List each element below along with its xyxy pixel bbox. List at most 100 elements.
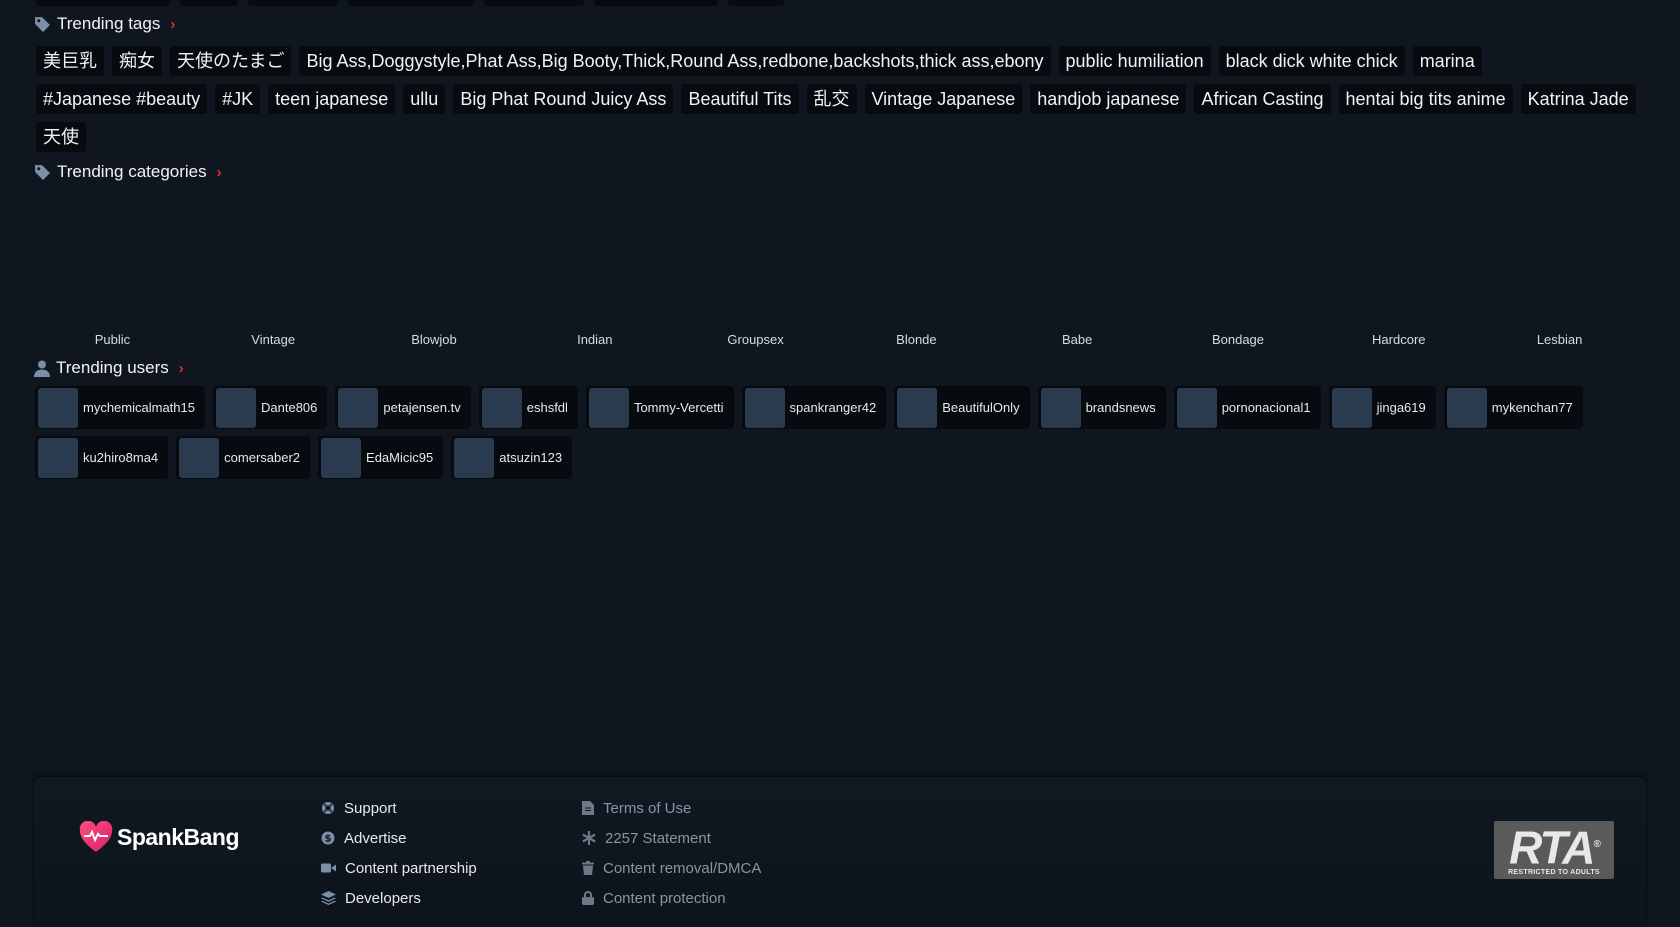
cropped-chip[interactable] — [348, 0, 474, 6]
user-icon — [34, 360, 50, 377]
user-chip[interactable]: atsuzin123 — [451, 436, 573, 479]
username: Tommy-Vercetti — [633, 400, 724, 415]
cropped-chip[interactable] — [728, 0, 784, 6]
tag-chip[interactable]: teen japanese — [268, 84, 396, 114]
category-thumbnail[interactable] — [840, 194, 993, 328]
user-chip[interactable]: mychemicalmath15 — [35, 386, 205, 429]
user-chip[interactable]: Tommy-Vercetti — [585, 386, 734, 429]
trending-categories-title: Trending categories — [57, 162, 207, 181]
user-chip[interactable]: spankranger42 — [741, 386, 887, 429]
trending-categories-header[interactable]: Trending categories › — [34, 162, 222, 182]
category-label: Bondage — [1211, 332, 1265, 347]
footer-link-label: Terms of Use — [603, 799, 692, 817]
user-chip[interactable]: mykenchan77 — [1443, 386, 1583, 429]
username: spankranger42 — [789, 400, 877, 415]
tag-chip[interactable]: Big Phat Round Juicy Ass — [453, 84, 674, 114]
category-card[interactable]: Public — [36, 194, 189, 347]
category-thumbnail[interactable] — [36, 194, 189, 328]
cropped-chip[interactable] — [484, 0, 584, 6]
footer-column-main: Support $ Advertise Content partnership … — [321, 799, 477, 907]
tag-chip[interactable]: 乱交 — [806, 84, 857, 114]
avatar — [897, 387, 938, 428]
username: petajensen.tv — [383, 400, 461, 415]
category-thumbnail[interactable] — [679, 194, 832, 328]
category-thumbnail[interactable] — [197, 194, 350, 328]
user-chip[interactable]: comersaber2 — [176, 436, 311, 479]
avatar — [1331, 387, 1372, 428]
category-label: Blonde — [896, 332, 937, 347]
cropped-chip[interactable] — [180, 0, 238, 6]
svg-text:$: $ — [325, 834, 332, 845]
category-card[interactable]: Groupsex — [679, 194, 832, 347]
user-chip[interactable]: eshsfdl — [478, 386, 578, 429]
category-thumbnail[interactable] — [358, 194, 511, 328]
tag-chip[interactable]: #Japanese #beauty — [36, 84, 208, 114]
lock-icon — [582, 891, 594, 905]
user-chip[interactable]: brandsnews — [1037, 386, 1166, 429]
category-thumbnail[interactable] — [1162, 194, 1315, 328]
tag-chip[interactable]: 天使 — [36, 122, 86, 152]
footer-link-terms[interactable]: Terms of Use — [582, 799, 761, 817]
footer-link-content-protection[interactable]: Content protection — [582, 889, 761, 907]
tag-chip[interactable]: Katrina Jade — [1520, 84, 1636, 114]
tag-chip[interactable]: 天使のたまご — [170, 46, 292, 76]
tag-chip[interactable]: Vintage Japanese — [864, 84, 1023, 114]
category-thumbnail[interactable] — [518, 194, 671, 328]
tag-chip[interactable]: Beautiful Tits — [681, 84, 799, 114]
tag-chip[interactable]: Big Ass,Doggystyle,Phat Ass,Big Booty,Th… — [299, 46, 1051, 76]
site-logo[interactable]: SpankBang — [79, 821, 240, 853]
username: atsuzin123 — [499, 450, 563, 465]
category-label: Lesbian — [1536, 332, 1583, 347]
rta-caption: RESTRICTED TO ADULTS — [1508, 868, 1600, 876]
category-card[interactable]: Babe — [1001, 194, 1154, 347]
cropped-chip[interactable] — [36, 0, 170, 6]
category-thumbnail[interactable] — [1483, 194, 1636, 328]
footer-link-support[interactable]: Support — [321, 799, 477, 817]
tag-chip[interactable]: public humiliation — [1058, 46, 1211, 76]
tag-chip[interactable]: 美巨乳 — [36, 46, 104, 76]
footer-link-advertise[interactable]: $ Advertise — [321, 829, 477, 847]
trending-tags-header[interactable]: Trending tags › — [34, 14, 175, 34]
rta-logo-text: RTA® — [1509, 824, 1601, 871]
category-thumbnail[interactable] — [1001, 194, 1154, 328]
category-card[interactable]: Blowjob — [358, 194, 511, 347]
user-chip[interactable]: jinga619 — [1328, 386, 1436, 429]
footer-link-2257[interactable]: 2257 Statement — [582, 829, 761, 847]
footer-link-developers[interactable]: Developers — [321, 889, 477, 907]
category-card[interactable]: Hardcore — [1322, 194, 1475, 347]
rta-badge[interactable]: RTA® RESTRICTED TO ADULTS — [1494, 821, 1614, 879]
category-thumbnail[interactable] — [1322, 194, 1475, 328]
avatar — [1446, 387, 1487, 428]
footer-link-content-partnership[interactable]: Content partnership — [321, 859, 477, 877]
user-chip[interactable]: EdaMicic95 — [318, 436, 444, 479]
category-card[interactable]: Bondage — [1162, 194, 1315, 347]
layers-icon — [321, 891, 336, 905]
tag-chip[interactable]: #JK — [215, 84, 261, 114]
category-card[interactable]: Indian — [518, 194, 671, 347]
username: brandsnews — [1085, 400, 1156, 415]
user-chip[interactable]: BeautifulOnly — [894, 386, 1030, 429]
username: mychemicalmath15 — [83, 400, 195, 415]
footer-link-dmca[interactable]: Content removal/DMCA — [582, 859, 761, 877]
category-card[interactable]: Vintage — [197, 194, 350, 347]
user-chip[interactable]: Dante806 — [213, 386, 328, 429]
lifebuoy-icon — [322, 802, 334, 814]
tag-chip[interactable]: black dick white chick — [1218, 46, 1405, 76]
category-card[interactable]: Lesbian — [1483, 194, 1636, 347]
category-card[interactable]: Blonde — [840, 194, 993, 347]
tag-chip[interactable]: ullu — [403, 84, 446, 114]
document-icon — [582, 801, 594, 815]
trending-users-header[interactable]: Trending users › — [34, 358, 184, 378]
cropped-chip[interactable] — [248, 0, 338, 6]
chevron-right-icon: › — [178, 359, 184, 377]
user-chip[interactable]: pornonacional1 — [1173, 386, 1321, 429]
user-chip[interactable]: petajensen.tv — [335, 386, 471, 429]
tag-chip[interactable]: 痴女 — [112, 46, 162, 76]
tag-chip[interactable]: marina — [1412, 46, 1482, 76]
tag-chip[interactable]: hentai big tits anime — [1338, 84, 1513, 114]
cropped-chip[interactable] — [594, 0, 718, 6]
tag-chip[interactable]: handjob japanese — [1030, 84, 1187, 114]
avatar — [454, 437, 495, 478]
tag-chip[interactable]: African Casting — [1194, 84, 1331, 114]
user-chip[interactable]: ku2hiro8ma4 — [35, 436, 169, 479]
